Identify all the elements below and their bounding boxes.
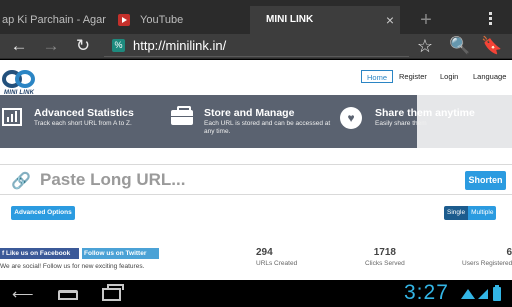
logo-ring-icon: [15, 70, 35, 88]
system-bar: ⟵ 3:27: [0, 280, 512, 307]
mode-single-button[interactable]: Single: [444, 206, 469, 220]
forward-icon[interactable]: →: [40, 36, 62, 56]
stat-value: 1718: [373, 247, 396, 258]
back-icon[interactable]: ←: [8, 36, 30, 56]
stat-label: URLs Created: [256, 260, 298, 267]
feature-advanced-statistics: Advanced Statistics Track each short URL…: [34, 107, 169, 128]
link-icon: 🔗: [11, 173, 31, 190]
tab-youtube[interactable]: YouTube: [110, 6, 246, 34]
address-bar[interactable]: % http://minilink.in/: [104, 35, 409, 57]
stat-value: 294: [256, 247, 273, 258]
close-icon[interactable]: ×: [386, 6, 394, 34]
feature-share: Share them anytime Easily share them: [375, 107, 512, 128]
url-text: http://minilink.in/: [133, 38, 227, 53]
wifi-icon: [461, 289, 475, 299]
stat-value: 6: [506, 247, 512, 258]
search-icon[interactable]: 🔍: [449, 36, 471, 56]
feature-title: Share them anytime: [375, 107, 475, 119]
stat-clicks-served: 1718 Clicks Served: [365, 247, 405, 267]
nav-register[interactable]: Register: [399, 70, 427, 83]
system-recent-apps-icon[interactable]: [102, 284, 124, 301]
twitter-follow-button[interactable]: Follow us on Twitter: [82, 248, 159, 259]
overflow-menu-icon[interactable]: [484, 10, 496, 28]
mode-multiple-button[interactable]: Multiple: [468, 206, 497, 220]
clock: 3:27: [404, 281, 449, 304]
nav-home[interactable]: Home: [361, 70, 394, 83]
system-back-icon[interactable]: ⟵: [12, 287, 34, 302]
signal-icon: [478, 289, 488, 299]
tab-title: YouTube: [140, 14, 184, 26]
stat-users-registered: 6 Users Registered: [462, 247, 512, 267]
stat-urls-created: 294 URLs Created: [256, 247, 297, 267]
mode-toggle: Single Multiple: [444, 206, 497, 220]
nav-login[interactable]: Login: [440, 70, 458, 83]
feature-title: Advanced Statistics: [34, 107, 134, 119]
briefcase-icon: [171, 106, 193, 125]
long-url-input[interactable]: [40, 169, 460, 191]
new-tab-button[interactable]: +: [414, 8, 438, 32]
bookmarks-icon[interactable]: 🔖: [481, 36, 503, 56]
shorten-button[interactable]: Shorten: [465, 171, 506, 190]
nav-language[interactable]: Language: [473, 70, 506, 83]
feature-description: Each URL is stored and can be accessed a…: [204, 120, 331, 135]
tab-title: MINI LINK: [266, 14, 314, 25]
advanced-options-button[interactable]: Advanced Options: [11, 206, 75, 220]
tab-ap-ki-parchain[interactable]: ap Ki Parchain - Agar ...: [0, 6, 107, 34]
feature-store-and-manage: Store and Manage Each URL is stored and …: [204, 107, 339, 136]
screen: ap Ki Parchain - Agar ... YouTube MINI L…: [0, 0, 512, 307]
browser-toolbar: ← → ↻ % http://minilink.in/ ☆ 🔍 🔖: [0, 34, 512, 59]
bar-chart-icon: [2, 108, 22, 126]
battery-icon: [493, 285, 501, 301]
youtube-icon: [118, 14, 130, 26]
tab-strip: ap Ki Parchain - Agar ... YouTube MINI L…: [0, 0, 512, 34]
features-banner: Advanced Statistics Track each short URL…: [0, 95, 512, 148]
shorten-form: 🔗 Shorten: [0, 164, 512, 195]
stat-label: Users Registered: [462, 260, 512, 267]
site-favicon-icon: %: [112, 39, 125, 52]
facebook-like-button[interactable]: f Like us on Facebook: [0, 248, 79, 259]
reload-icon[interactable]: ↻: [72, 36, 94, 56]
web-page: MINI LINK Home Register Login Language A…: [0, 60, 512, 280]
stat-label: Clicks Served: [365, 260, 405, 267]
feature-description: Easily share them: [375, 120, 427, 127]
tab-title: ap Ki Parchain - Agar ...: [2, 14, 107, 26]
system-home-icon[interactable]: [58, 290, 78, 300]
social-text: We are social! Follow us for new excitin…: [0, 263, 145, 270]
star-icon[interactable]: ☆: [414, 36, 436, 56]
feature-title: Store and Manage: [204, 107, 295, 119]
feature-description: Track each short URL from A to Z.: [34, 120, 132, 127]
tab-mini-link[interactable]: MINI LINK ×: [250, 6, 400, 34]
heart-icon: ♥: [340, 107, 362, 129]
